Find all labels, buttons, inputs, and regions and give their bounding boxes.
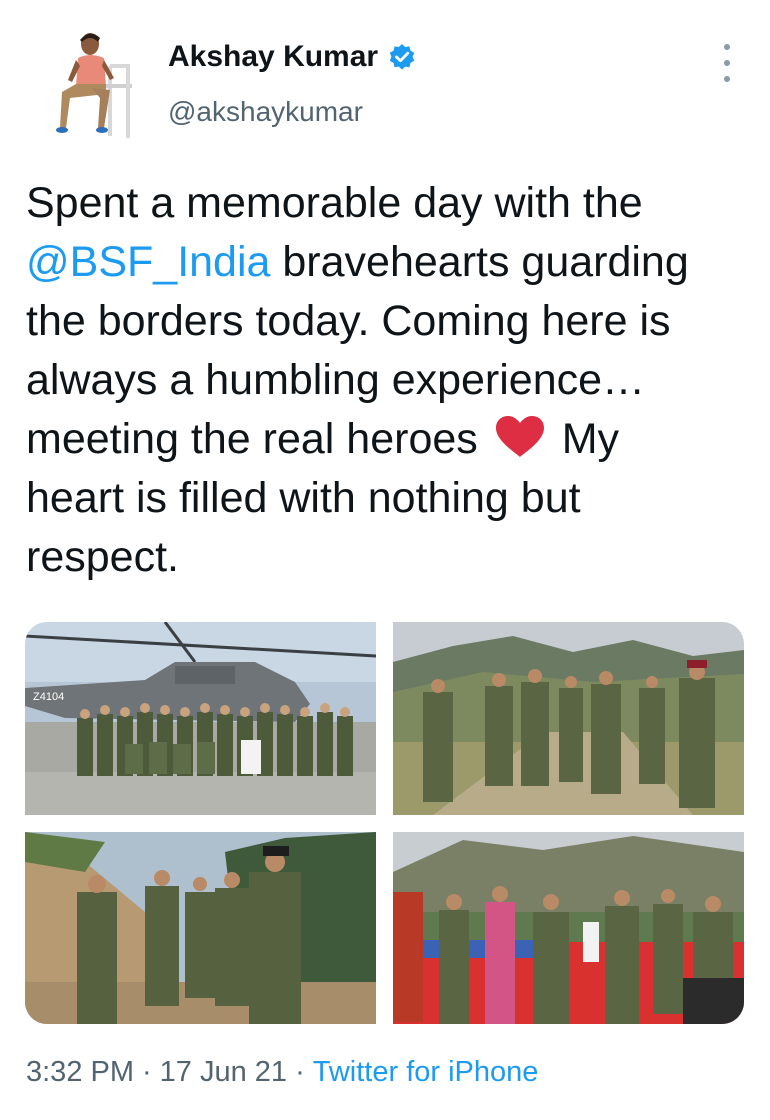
mountain-walk-photo bbox=[393, 622, 744, 815]
author-name[interactable]: Akshay Kumar bbox=[168, 40, 378, 74]
tweet-fragment: My bbox=[561, 415, 620, 463]
media-grid: Z4104 bbox=[25, 622, 744, 1024]
tweet-source-link[interactable]: Twitter for iPhone bbox=[313, 1056, 539, 1088]
mention-link[interactable]: @BSF_India bbox=[26, 238, 270, 286]
photo-hillside-walk[interactable] bbox=[25, 832, 376, 1024]
tweet-fragment: meeting the real heroes bbox=[26, 415, 478, 463]
hillside-walk-photo bbox=[25, 832, 376, 1024]
photo-helicopter-group[interactable]: Z4104 bbox=[25, 622, 376, 815]
avatar[interactable] bbox=[40, 24, 144, 144]
tweet-line: @BSF_India bravehearts guarding bbox=[26, 233, 746, 292]
tail-number: Z4104 bbox=[33, 691, 64, 703]
helicopter-group-photo: Z4104 bbox=[25, 622, 376, 815]
tweet-line: respect. bbox=[26, 533, 179, 581]
tweet-text: Spent a memorable day with the @BSF_Indi… bbox=[26, 174, 746, 587]
red-heart-icon bbox=[494, 415, 546, 459]
tweet-line: meeting the real heroes My bbox=[26, 410, 746, 469]
author-handle[interactable]: @akshaykumar bbox=[168, 96, 363, 128]
verified-badge-icon bbox=[388, 43, 416, 71]
more-dot bbox=[724, 44, 730, 50]
tweet-line: the borders today. Coming here is bbox=[26, 297, 671, 345]
tweet-fragment: bravehearts guarding bbox=[270, 238, 689, 286]
tweet-line: Spent a memorable day with the bbox=[26, 179, 643, 227]
more-dot bbox=[724, 76, 730, 82]
meta-separator: · bbox=[295, 1056, 305, 1088]
tweet-date[interactable]: 17 Jun 21 bbox=[160, 1056, 287, 1088]
more-dot bbox=[724, 60, 730, 66]
more-options-icon[interactable] bbox=[712, 44, 742, 82]
meta-separator: · bbox=[142, 1056, 152, 1088]
dance-celebration-photo bbox=[393, 832, 744, 1024]
tweet-time[interactable]: 3:32 PM bbox=[26, 1056, 134, 1088]
author-name-row[interactable]: Akshay Kumar bbox=[168, 40, 416, 74]
tweet-line: heart is filled with nothing but bbox=[26, 474, 581, 522]
profile-photo bbox=[40, 24, 144, 144]
photo-mountain-walk[interactable] bbox=[393, 622, 744, 815]
tweet-line: always a humbling experience… bbox=[26, 356, 646, 404]
photo-dance-celebration[interactable] bbox=[393, 832, 744, 1024]
tweet-meta: 3:32 PM · 17 Jun 21 · Twitter for iPhone bbox=[26, 1056, 538, 1089]
